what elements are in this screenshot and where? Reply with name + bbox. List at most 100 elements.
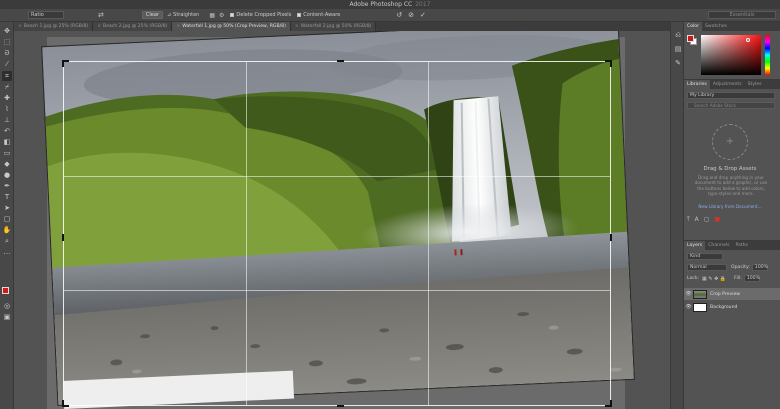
brush-panel-icon[interactable]: ✎ (673, 58, 683, 68)
tab-label: Beach 2.jpg @ 25% (RGB/8) (103, 24, 168, 29)
workspace-search[interactable]: Essentials (708, 11, 776, 19)
fill-input[interactable]: 100% (743, 275, 760, 282)
lock-icons[interactable]: ▦ ✎ ✥ 🔒 (702, 276, 726, 282)
eye-icon[interactable]: 👁 (684, 304, 693, 310)
reset-icon[interactable]: ↺ (396, 11, 402, 19)
layer-background[interactable]: 👁 Background (684, 301, 780, 313)
add-graphic-icon[interactable]: ▢ (704, 216, 710, 224)
layer-filter-row: Kind (687, 253, 723, 260)
tab-waterfall-1[interactable]: × Waterfall 1.jpg @ 50% (Crop Preview, RG… (172, 22, 291, 31)
type-tool-icon[interactable]: T (2, 192, 12, 202)
pen-tool-icon[interactable]: ✒ (2, 181, 12, 191)
layer-crop-preview[interactable]: 👁 Crop Preview (684, 288, 780, 300)
waterfall-image (42, 31, 634, 405)
straighten-tool[interactable]: ⊿ Straighten (167, 12, 199, 18)
color-picker-field[interactable] (701, 35, 761, 75)
eyedropper-tool-icon[interactable]: ⌿ (2, 82, 12, 92)
tab-adjustments[interactable]: Adjustments (710, 80, 745, 89)
crop-settings-gear-icon[interactable]: ⚙ (219, 12, 224, 19)
close-icon[interactable]: × (97, 24, 101, 29)
content-aware-checkbox[interactable]: Content-Aware (297, 12, 340, 18)
lock-row: Lock: ▦ ✎ ✥ 🔒 Fill: 100% (687, 275, 760, 282)
crop-tool-icon[interactable]: ⌗ (2, 71, 12, 81)
close-icon[interactable]: × (295, 24, 299, 29)
title-bar: Adobe Photoshop CC 2017 (0, 0, 780, 9)
color-picker-cursor[interactable] (746, 38, 750, 42)
overlay-options-icon[interactable]: ▦ (209, 12, 215, 19)
move-tool-icon[interactable]: ✥ (2, 26, 12, 36)
eye-icon[interactable]: 👁 (684, 291, 693, 297)
opacity-input[interactable]: 100% (751, 264, 768, 271)
library-search-input[interactable]: Search Adobe Stock (687, 102, 775, 109)
layer-name: Crop Preview (710, 291, 741, 297)
marquee-tool-icon[interactable]: ⬚ (2, 37, 12, 47)
hue-slider[interactable] (765, 35, 770, 75)
document-tabs: × Beach 1.jpg @ 25% (RGB/8) × Beach 2.jpg … (14, 22, 682, 31)
blend-mode-select[interactable]: Normal (687, 264, 727, 271)
options-bar: Ratio ⇄ Clear ⊿ Straighten ▦ ⚙ Delete Cr… (0, 9, 780, 22)
tab-beach-2[interactable]: × Beach 2.jpg @ 25% (RGB/8) (93, 22, 173, 31)
healing-brush-tool-icon[interactable]: ✚ (2, 93, 12, 103)
tab-color[interactable]: Color (684, 22, 702, 31)
library-panel-tabs: Libraries Adjustments Styles (684, 80, 780, 89)
commit-controls: ↺ ⊘ ✓ (396, 11, 426, 19)
lock-label: Lock: (687, 276, 700, 281)
tab-label: Waterfall 2.jpg @ 50% (RGB/8) (300, 24, 372, 29)
foreground-color-swatch[interactable] (687, 35, 694, 42)
delete-cropped-pixels-checkbox[interactable]: Delete Cropped Pixels (230, 12, 291, 18)
waterfall-photo[interactable] (41, 31, 635, 406)
history-brush-tool-icon[interactable]: ↶ (2, 126, 12, 136)
new-library-link[interactable]: New Library from Document... (684, 204, 776, 209)
add-content-icon[interactable]: ⤒ (687, 216, 690, 224)
properties-panel-icon[interactable]: ▤ (673, 44, 683, 54)
gradient-tool-icon[interactable]: ▭ (2, 148, 12, 158)
screen-mode-icon[interactable]: ▣ (2, 312, 12, 322)
swap-dimensions-icon[interactable]: ⇄ (98, 11, 104, 19)
close-icon[interactable]: × (18, 24, 22, 29)
libraries-panel: Libraries Adjustments Styles My Library … (684, 79, 780, 239)
lasso-tool-icon[interactable]: ᘐ (2, 48, 12, 58)
tab-paths[interactable]: Paths (732, 241, 751, 250)
tab-libraries[interactable]: Libraries (684, 80, 710, 89)
blur-tool-icon[interactable]: ◆ (2, 159, 12, 169)
canvas-area[interactable] (15, 31, 670, 409)
tab-waterfall-2[interactable]: × Waterfall 2.jpg @ 50% (RGB/8) (290, 22, 377, 31)
clear-button[interactable]: Clear (141, 11, 163, 19)
tab-beach-1[interactable]: × Beach 1.jpg @ 25% (RGB/8) (14, 22, 94, 31)
commit-check-icon[interactable]: ✓ (420, 11, 426, 19)
clone-stamp-tool-icon[interactable]: ⊥ (2, 115, 12, 125)
add-color-icon[interactable]: ■ (714, 216, 720, 224)
path-selection-tool-icon[interactable]: ➤ (2, 203, 12, 213)
ratio-select[interactable]: Ratio (28, 11, 64, 19)
library-select[interactable]: My Library (687, 92, 775, 99)
layer-thumbnail (693, 289, 707, 299)
foreground-color-swatch[interactable] (2, 287, 9, 294)
tab-styles[interactable]: Styles (745, 80, 765, 89)
zoom-tool-icon[interactable]: ⌕ (2, 236, 12, 246)
color-panel (684, 31, 780, 79)
more-tools-icon[interactable]: … (2, 247, 12, 257)
blend-row: Normal Opacity: 100% (687, 264, 768, 271)
quick-mask-icon[interactable]: ◎ (2, 301, 12, 311)
tab-channels[interactable]: Channels (705, 241, 732, 250)
rectangle-tool-icon[interactable]: ▢ (2, 214, 12, 224)
magic-wand-tool-icon[interactable]: ⁄ (2, 59, 12, 69)
drag-drop-heading: Drag & Drop Assets (703, 166, 757, 172)
close-icon[interactable]: × (176, 24, 180, 29)
tab-swatches[interactable]: Swatches (702, 22, 730, 31)
hand-tool-icon[interactable]: ✋ (2, 225, 12, 235)
cancel-icon[interactable]: ⊘ (408, 11, 414, 19)
layer-kind-filter[interactable]: Kind (687, 253, 723, 260)
tab-layers[interactable]: Layers (684, 241, 706, 250)
text-style-icon[interactable]: A (695, 216, 699, 224)
content-aware-label: Content-Aware (303, 12, 341, 18)
history-panel-icon[interactable]: ⎌ (673, 30, 683, 40)
eraser-tool-icon[interactable]: ◧ (2, 137, 12, 147)
brush-tool-icon[interactable]: ⌇ (2, 104, 12, 114)
straighten-label: Straighten (173, 12, 200, 18)
dodge-tool-icon[interactable]: ● (2, 170, 12, 180)
layer-name: Background (710, 304, 738, 310)
straighten-icon: ⊿ (166, 12, 172, 18)
library-actions: ⤒ A ▢ ■ (687, 216, 720, 224)
fill-label: Fill: (734, 276, 742, 281)
